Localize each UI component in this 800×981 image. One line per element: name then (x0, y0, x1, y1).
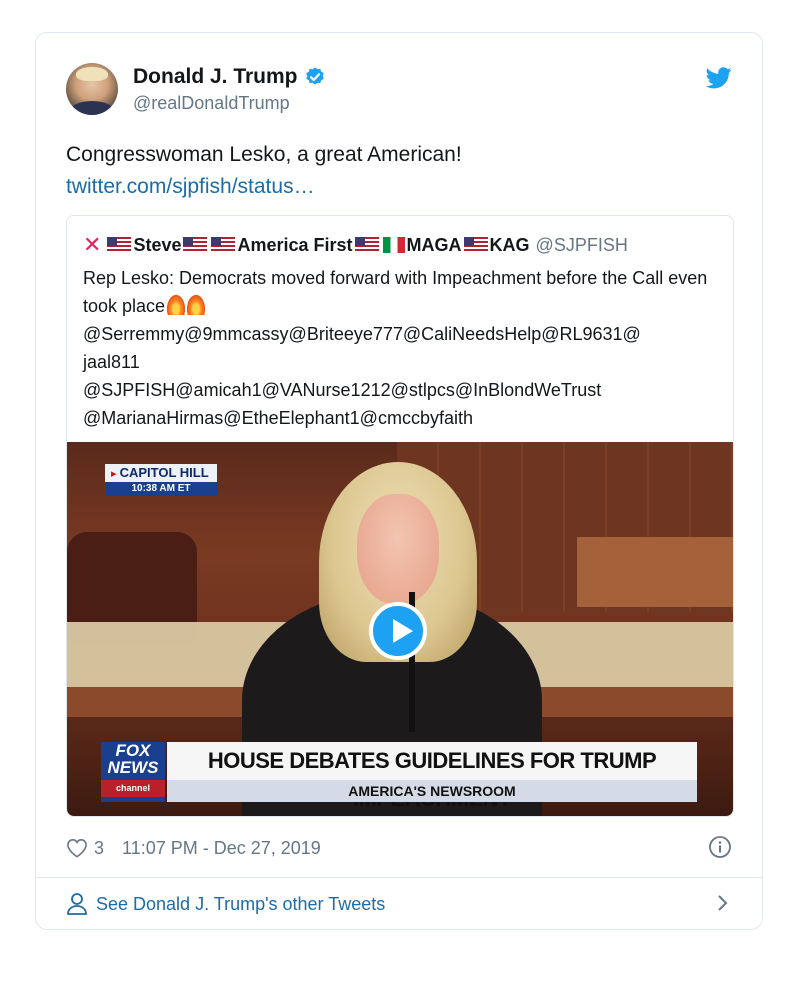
tweet-meta: 3 11:07 PM - Dec 27, 2019 (66, 833, 732, 863)
red-x-icon: ✕ (83, 232, 102, 257)
tweet-timestamp[interactable]: 11:07 PM - Dec 27, 2019 (122, 838, 321, 859)
mention-line[interactable]: jaal811 (83, 352, 140, 372)
quoted-author-name-part: KAG (489, 234, 530, 255)
tweet-link[interactable]: twitter.com/sjpfish/status… (66, 171, 462, 203)
logo-line: channel (101, 780, 165, 797)
location-bug: CAPITOL HILL 10:38 AM ET (105, 464, 217, 498)
mention-line[interactable]: @SJPFISH@amicah1@VANurse1212@stlpcs@InBl… (83, 380, 601, 400)
tweet-body: Congresswoman Lesko, a great American! (66, 143, 462, 166)
mention-line[interactable]: @MarianaHirmas@EtheElephant1@cmccbyfaith (83, 408, 473, 428)
tweet-text: Congresswoman Lesko, a great American! t… (66, 139, 462, 203)
like-count[interactable]: 3 (94, 838, 104, 859)
quoted-tweet-text: Rep Lesko: Democrats moved forward with … (83, 264, 719, 432)
quoted-author-name-part: MAGA (406, 234, 462, 255)
embedded-tweet-card: Donald J. Trump @realDonaldTrump Congres… (35, 32, 763, 930)
see-other-tweets-link[interactable]: See Donald J. Trump's other Tweets (66, 889, 732, 919)
quoted-tweet[interactable]: ✕ Steve America First MAGA KAG @SJPFISH … (66, 215, 734, 817)
video-player[interactable]: CAPITOL HILL 10:38 AM ET FOX NEWS channe… (67, 442, 733, 816)
avatar-hair (76, 67, 108, 81)
quoted-tweet-header: ✕ Steve America First MAGA KAG @SJPFISH (83, 232, 628, 258)
quoted-author-name-part: America First (237, 234, 353, 255)
us-flag-icon (183, 237, 208, 253)
quoted-author-name-part: Steve (133, 234, 182, 255)
author-handle[interactable]: @realDonaldTrump (133, 93, 290, 114)
us-flag-icon (354, 237, 379, 253)
verified-badge-icon (305, 67, 324, 85)
news-lower-third: FOX NEWS channel HOUSE DEBATES GUIDELINE… (101, 742, 697, 811)
us-flag-icon (211, 237, 236, 253)
fox-news-logo: FOX NEWS channel (101, 742, 165, 802)
avatar-suit (70, 101, 114, 115)
author-name[interactable]: Donald J. Trump (133, 65, 298, 89)
logo-line: NEWS (107, 758, 159, 777)
person-icon (67, 893, 87, 915)
news-headline: HOUSE DEBATES GUIDELINES FOR TRUMP IMPEA… (167, 742, 697, 811)
play-button-icon[interactable] (369, 602, 427, 660)
time-bug-text: 10:38 AM ET (105, 482, 217, 496)
info-icon[interactable] (708, 835, 732, 859)
chevron-right-icon[interactable] (714, 893, 732, 913)
twitter-bird-icon[interactable] (706, 67, 732, 89)
see-other-tweets-label[interactable]: See Donald J. Trump's other Tweets (96, 894, 385, 915)
author-name-row: Donald J. Trump (133, 65, 326, 89)
divider (36, 877, 762, 878)
italy-flag-icon (382, 237, 405, 253)
news-show-name: AMERICA'S NEWSROOM (167, 780, 697, 802)
heart-icon[interactable] (66, 838, 88, 858)
video-speaker-face (357, 494, 439, 604)
tweet-header: Donald J. Trump @realDonaldTrump (66, 63, 732, 121)
fire-emoji-icon (187, 295, 206, 315)
fire-emoji-icon (167, 295, 186, 315)
quoted-author-handle: @SJPFISH (535, 234, 628, 255)
us-flag-icon (463, 237, 488, 253)
location-bug-text: CAPITOL HILL (105, 464, 217, 482)
logo-line: FOX (115, 741, 151, 760)
us-flag-icon (107, 237, 132, 253)
mention-line[interactable]: @Serremmy@9mmcassy@Briteeye777@CaliNeeds… (83, 324, 641, 344)
avatar[interactable] (66, 63, 118, 115)
video-podium (577, 537, 733, 607)
